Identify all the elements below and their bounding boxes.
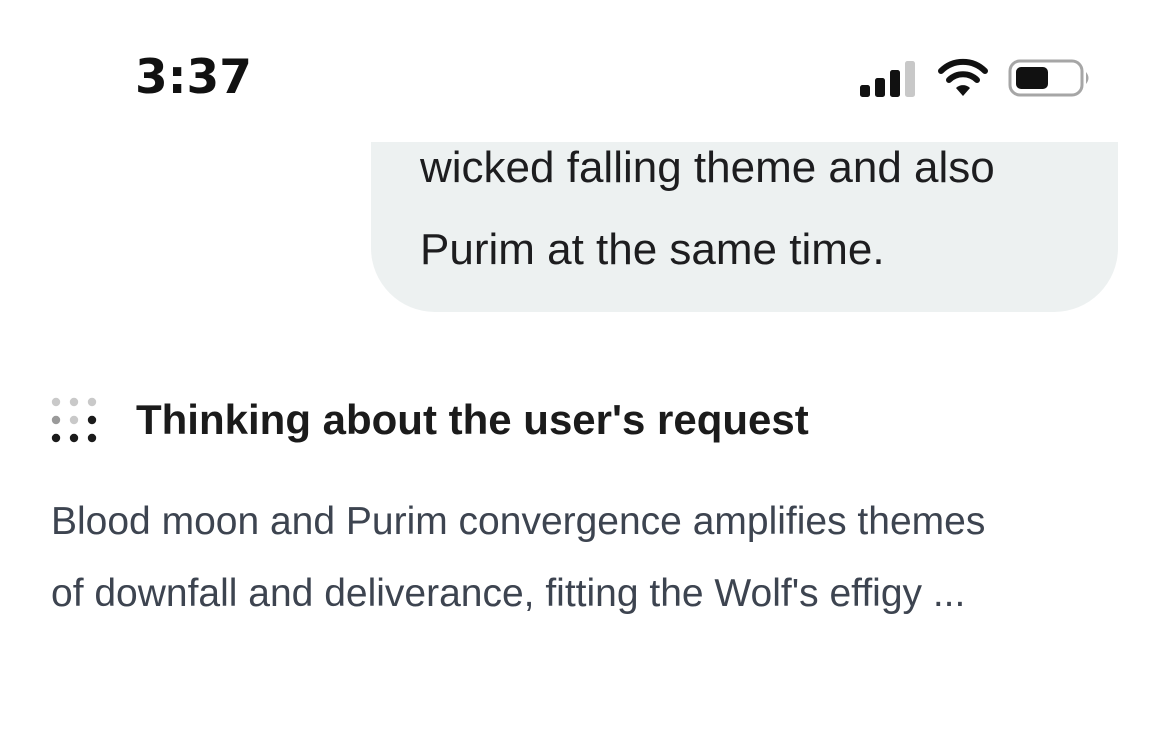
wifi-icon bbox=[936, 58, 990, 98]
battery-icon bbox=[1008, 57, 1092, 99]
thinking-summary[interactable]: Blood moon and Purim convergence amplifi… bbox=[51, 486, 1121, 630]
status-time: 3:37 bbox=[135, 50, 252, 105]
thinking-dots-icon bbox=[50, 395, 102, 445]
message-line: Purim at the same time. bbox=[420, 225, 885, 274]
user-message-bubble: wicked falling theme and also Purim at t… bbox=[371, 142, 1118, 312]
summary-line: of downfall and deliverance, fitting the… bbox=[51, 572, 966, 615]
summary-line: Blood moon and Purim convergence amplifi… bbox=[51, 500, 986, 543]
thinking-title: Thinking about the user's request bbox=[136, 396, 809, 443]
chat-screen: 3:37 wicked falling theme and also Purim… bbox=[0, 0, 1170, 746]
status-icons bbox=[860, 56, 1092, 100]
message-line: wicked falling theme and also bbox=[420, 143, 995, 192]
thinking-header[interactable]: Thinking about the user's request bbox=[50, 390, 809, 450]
cellular-signal-icon bbox=[860, 59, 918, 97]
